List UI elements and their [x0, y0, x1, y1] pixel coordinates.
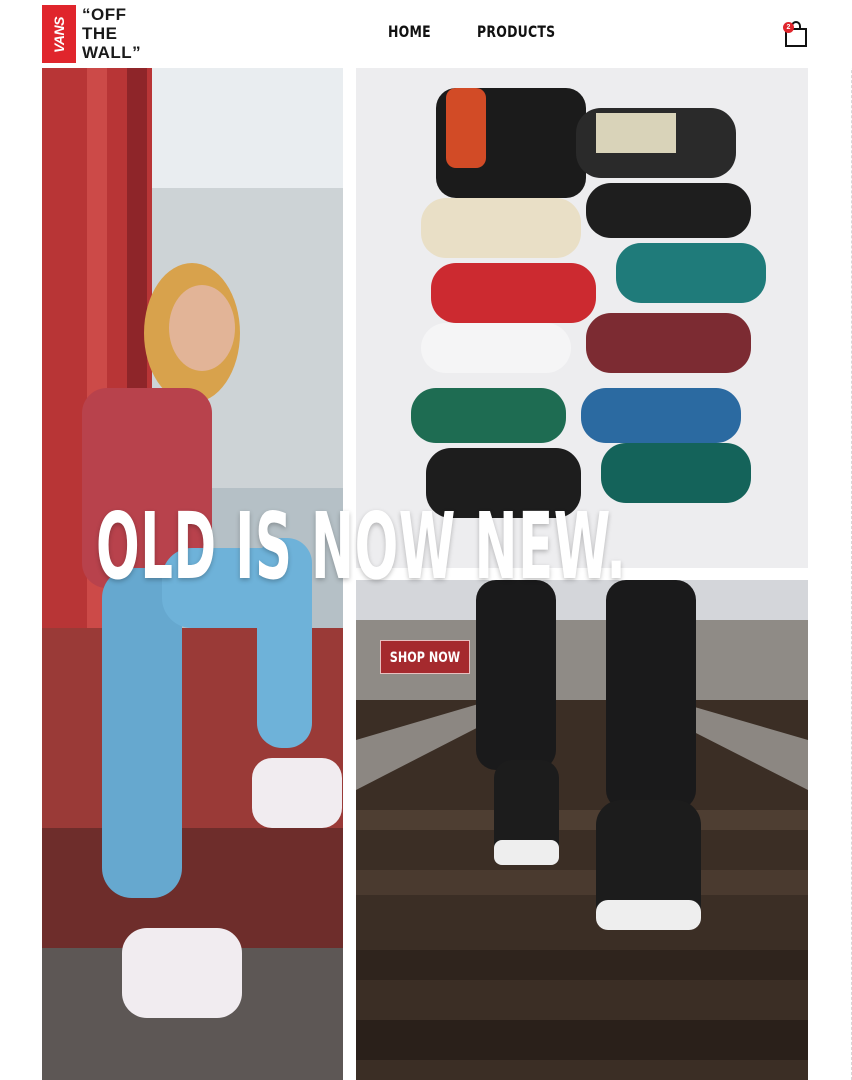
brand-tagline: “OFF THE WALL” — [82, 5, 141, 62]
hero-headline: OLD IS NOW NEW. — [96, 493, 627, 600]
tagline-line-1: “OFF — [82, 5, 127, 24]
cart-button[interactable]: 2 — [783, 20, 809, 48]
site-header: VANS “OFF THE WALL” HOME PRODUCTS 2 — [0, 0, 852, 68]
cart-count-badge: 2 — [783, 22, 794, 33]
vans-badge: VANS — [42, 5, 76, 63]
vans-badge-text: VANS — [51, 17, 67, 53]
nav-products-link[interactable]: PRODUCTS — [477, 22, 555, 41]
brand-logo[interactable]: VANS “OFF THE WALL” — [42, 5, 152, 65]
nav-home-link[interactable]: HOME — [388, 22, 431, 41]
tagline-line-3: WALL” — [82, 43, 142, 62]
shop-now-button[interactable]: SHOP NOW — [380, 640, 470, 674]
shop-now-label: SHOP NOW — [389, 650, 461, 666]
tagline-line-2: THE — [82, 24, 118, 43]
